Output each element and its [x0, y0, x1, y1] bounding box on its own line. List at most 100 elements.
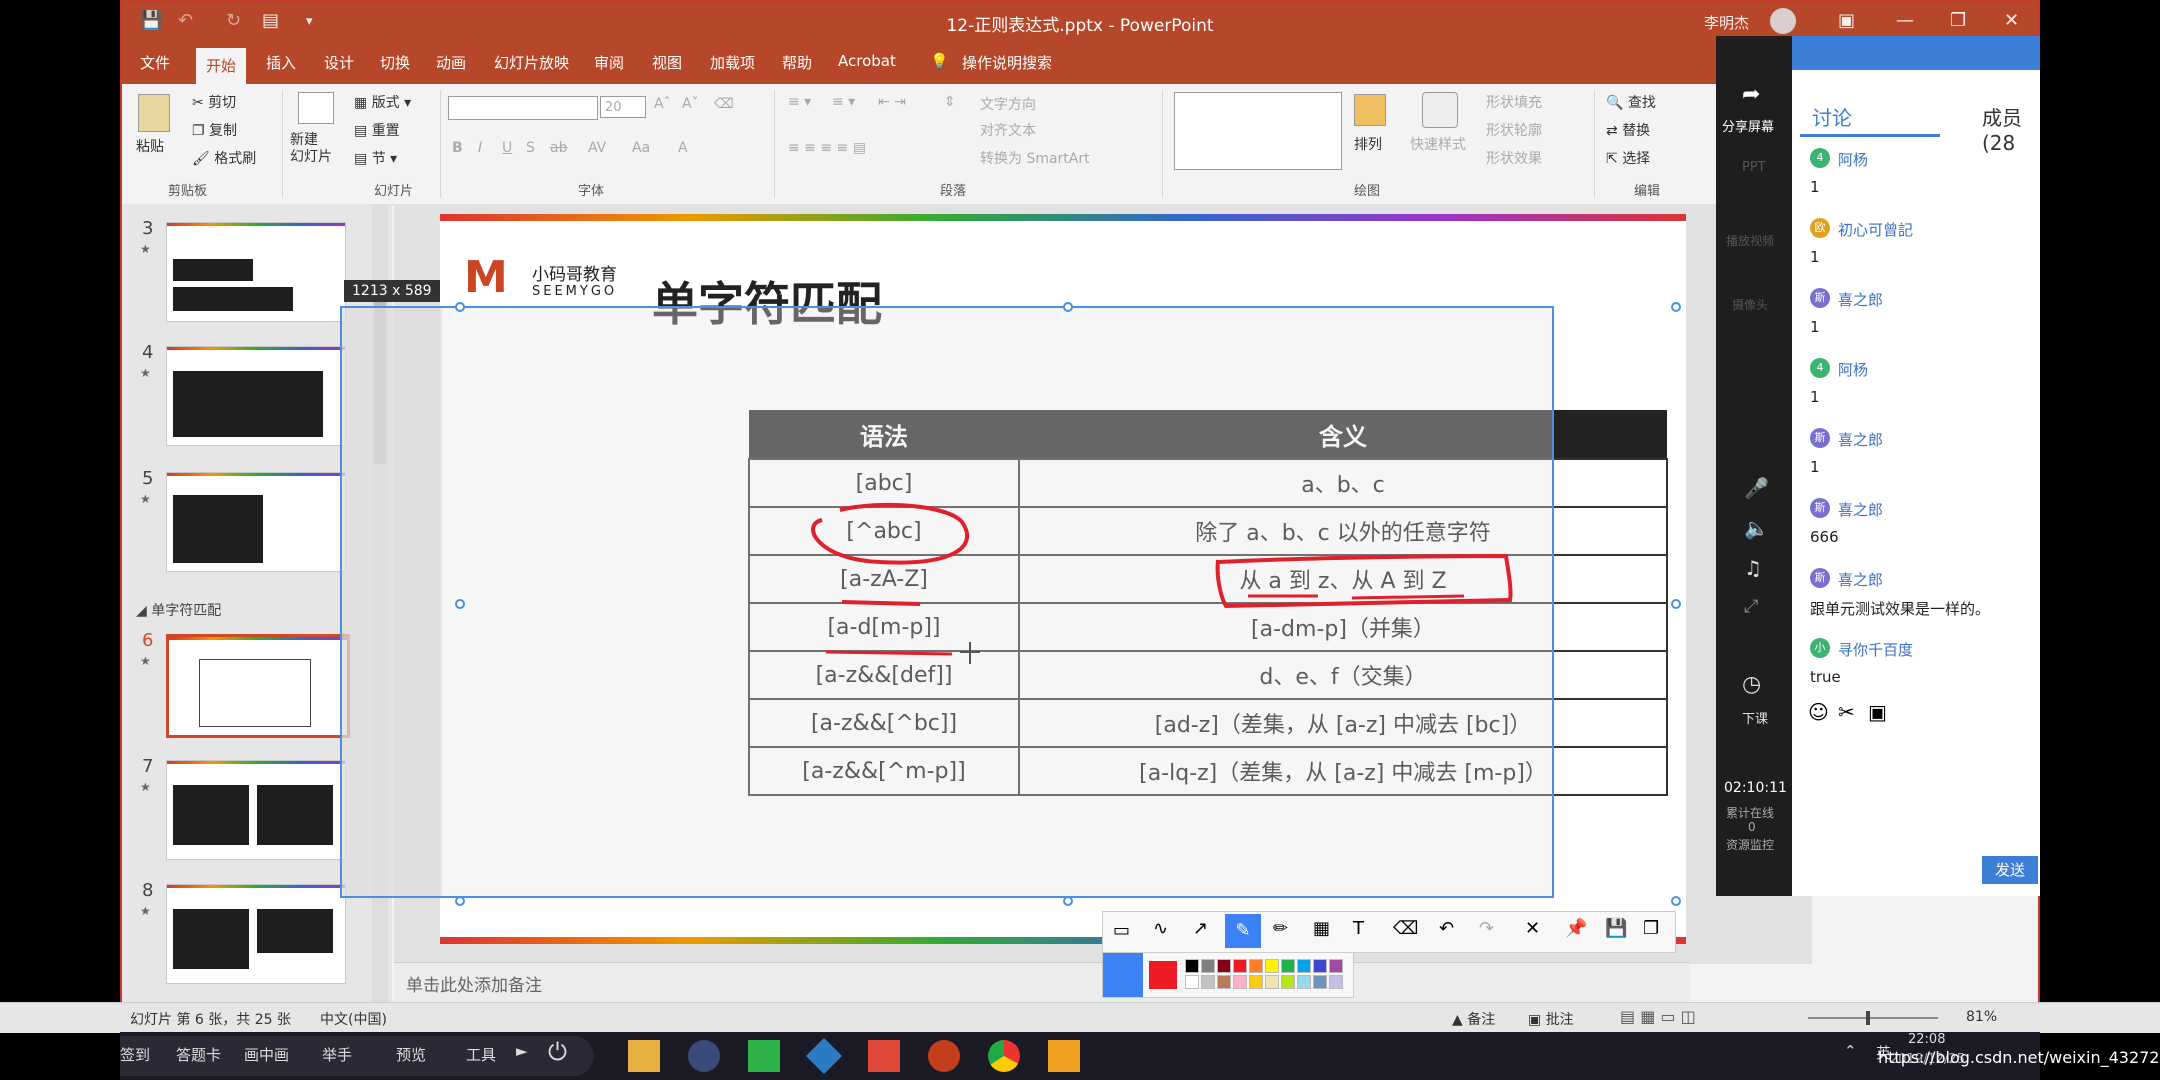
- color-swatch[interactable]: [1297, 975, 1311, 989]
- highlighter-icon[interactable]: ✏: [1273, 918, 1288, 939]
- arrow-tool-icon[interactable]: ↗: [1193, 918, 1208, 939]
- tab-discuss[interactable]: 讨论: [1812, 102, 1852, 131]
- share-screen-icon[interactable]: ➦: [1742, 82, 1760, 107]
- selection-box[interactable]: [340, 306, 1554, 898]
- color-swatch[interactable]: [1185, 959, 1199, 973]
- toolbar-item-checkin[interactable]: 签到: [120, 1044, 150, 1065]
- align-icons[interactable]: ≡ ≡ ≡ ≡ ▤: [788, 140, 866, 156]
- send-button[interactable]: 发送: [1982, 856, 2038, 884]
- align-text-button[interactable]: 对齐文本: [980, 120, 1036, 140]
- reset-button[interactable]: ▤ 重置: [354, 120, 400, 140]
- arrange-icon[interactable]: [1354, 94, 1386, 126]
- eraser-icon[interactable]: ⌫: [1393, 918, 1418, 939]
- play-video-label[interactable]: 播放视频: [1726, 232, 1774, 249]
- tab-help[interactable]: 帮助: [782, 52, 812, 73]
- color-swatch[interactable]: [1201, 975, 1215, 989]
- slide-thumbnail-selected[interactable]: [166, 634, 350, 738]
- tab-addins[interactable]: 加载项: [710, 52, 755, 73]
- color-swatch[interactable]: [1297, 959, 1311, 973]
- text-direction-button[interactable]: 文字方向: [980, 94, 1036, 114]
- tab-acrobat[interactable]: Acrobat: [838, 52, 896, 70]
- copy-button[interactable]: ❐ 复制: [192, 120, 237, 140]
- message-author[interactable]: 寻你千百度: [1838, 639, 1913, 660]
- undo-icon[interactable]: ↶: [1439, 918, 1454, 939]
- resize-handle[interactable]: [1671, 599, 1681, 609]
- text-tool-icon[interactable]: T: [1353, 918, 1364, 939]
- current-color-swatch[interactable]: [1149, 961, 1177, 989]
- tab-transitions[interactable]: 切换: [380, 52, 410, 73]
- color-swatch[interactable]: [1217, 959, 1231, 973]
- color-swatch[interactable]: [1329, 959, 1343, 973]
- avatar[interactable]: 斯: [1810, 568, 1830, 588]
- message-author[interactable]: 阿杨: [1838, 359, 1868, 380]
- minimize-icon[interactable]: —: [1896, 10, 1914, 31]
- avatar[interactable]: 4: [1810, 148, 1830, 168]
- app-icon[interactable]: [868, 1040, 900, 1072]
- music-icon[interactable]: ♫: [1744, 556, 1762, 580]
- char-spacing-button[interactable]: AV: [588, 140, 606, 156]
- app-icon[interactable]: [805, 1037, 843, 1075]
- view-buttons[interactable]: ▤ ▦ ▭ ◫: [1620, 1007, 1696, 1026]
- layout-button[interactable]: ▦ 版式 ▾: [354, 92, 411, 112]
- indent-icon[interactable]: ⇤ ⇥: [878, 94, 906, 110]
- color-swatch[interactable]: [1249, 975, 1263, 989]
- notes-button[interactable]: ▲ 备注: [1452, 1009, 1495, 1029]
- color-swatch[interactable]: [1217, 975, 1231, 989]
- color-swatch[interactable]: [1313, 959, 1327, 973]
- shadow-button[interactable]: S: [526, 140, 535, 156]
- tab-file[interactable]: 文件: [140, 52, 170, 73]
- copy-icon[interactable]: ❐: [1643, 918, 1659, 939]
- zoom-slider[interactable]: [1808, 1011, 1938, 1025]
- find-button[interactable]: 🔍 查找: [1606, 92, 1656, 112]
- slide-thumbnail[interactable]: [166, 884, 346, 984]
- font-size-input[interactable]: 20: [600, 96, 646, 118]
- tab-slideshow[interactable]: 幻灯片放映: [494, 52, 569, 73]
- shape-tool-icon[interactable]: ▭: [1113, 920, 1130, 941]
- toolbar-item-tools[interactable]: 工具: [466, 1044, 496, 1065]
- scissors-icon[interactable]: ✂: [1838, 700, 1855, 724]
- color-swatch[interactable]: [1313, 975, 1327, 989]
- maximize-icon[interactable]: ❐: [1950, 10, 1966, 31]
- message-author[interactable]: 喜之郎: [1838, 569, 1883, 590]
- notes-pane[interactable]: 单击此处添加备注: [394, 962, 1690, 1003]
- camera-label[interactable]: 摄像头: [1732, 296, 1768, 313]
- avatar[interactable]: [1770, 8, 1796, 34]
- color-swatch[interactable]: [1185, 975, 1199, 989]
- grow-font-icon[interactable]: Aˆ: [654, 96, 671, 112]
- leave-class-button[interactable]: 下课: [1742, 708, 1768, 727]
- change-case-button[interactable]: Aa: [632, 140, 650, 156]
- tab-view[interactable]: 视图: [652, 52, 682, 73]
- tab-review[interactable]: 审阅: [594, 52, 624, 73]
- user-name[interactable]: 李明杰: [1704, 12, 1749, 33]
- color-swatch[interactable]: [1233, 975, 1247, 989]
- cut-button[interactable]: ✂ 剪切: [192, 92, 236, 112]
- share-screen-label[interactable]: 分享屏幕: [1722, 116, 1774, 135]
- pin-icon[interactable]: 📌: [1565, 918, 1587, 939]
- avatar[interactable]: 斯: [1810, 288, 1830, 308]
- fullscreen-icon[interactable]: ⤢: [1744, 596, 1758, 617]
- powerpoint-icon[interactable]: [928, 1040, 960, 1072]
- color-swatch[interactable]: [1281, 959, 1295, 973]
- shape-outline-button[interactable]: 形状轮廓: [1486, 120, 1542, 140]
- quick-styles-icon[interactable]: [1422, 92, 1458, 128]
- section-header[interactable]: ◢ 单字符匹配: [136, 600, 221, 620]
- line-tool-icon[interactable]: ∿: [1153, 918, 1168, 939]
- toolbar-item-answer[interactable]: 答题卡: [176, 1044, 221, 1065]
- new-slide-icon[interactable]: [298, 92, 334, 124]
- resize-handle[interactable]: [1063, 302, 1073, 312]
- ribbon-display-icon[interactable]: ▣: [1838, 10, 1855, 31]
- font-name-input[interactable]: [448, 96, 598, 120]
- shrink-font-icon[interactable]: Aˇ: [682, 96, 699, 112]
- color-swatch[interactable]: [1329, 975, 1343, 989]
- slide-thumbnail[interactable]: [166, 222, 346, 322]
- tray-chevron-icon[interactable]: ⌃: [1844, 1042, 1857, 1060]
- shapes-gallery[interactable]: [1174, 92, 1342, 170]
- eclipse-icon[interactable]: [688, 1040, 720, 1072]
- resize-handle[interactable]: [1671, 302, 1681, 312]
- arrange-button[interactable]: 排列: [1354, 134, 1382, 154]
- tab-home[interactable]: 开始: [196, 48, 247, 84]
- clear-format-icon[interactable]: ⌫: [714, 96, 734, 112]
- resize-handle[interactable]: [1671, 896, 1681, 906]
- message-author[interactable]: 阿杨: [1838, 149, 1868, 170]
- tab-animations[interactable]: 动画: [436, 52, 466, 73]
